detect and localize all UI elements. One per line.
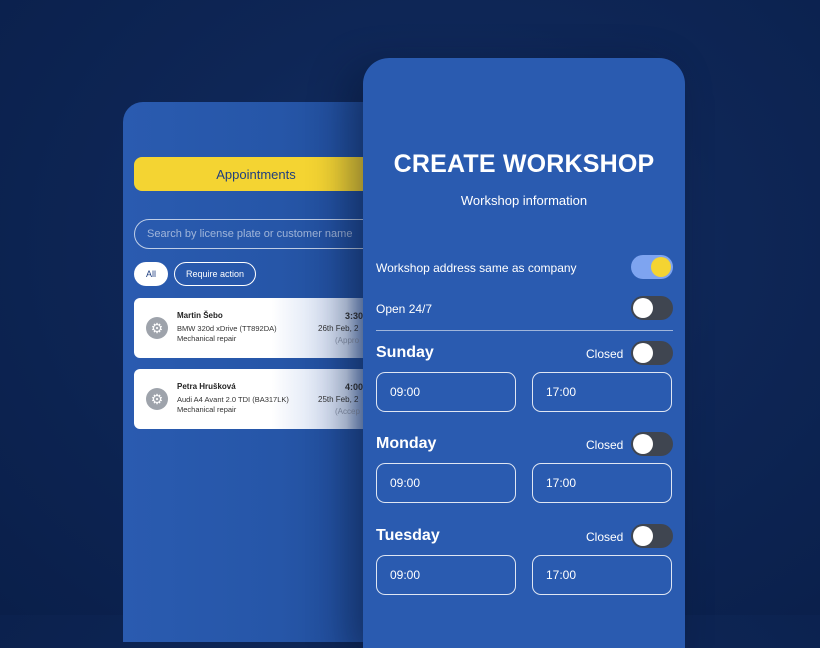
appointments-button[interactable]: Appointments [134, 157, 383, 191]
service-type: Mechanical repair [177, 405, 237, 414]
same-address-toggle[interactable] [631, 255, 673, 279]
search-placeholder: Search by license plate or customer name [147, 228, 353, 240]
vehicle: BMW 320d xDrive (TT892DA) [177, 324, 277, 333]
sunday-close-time-field[interactable]: 17:00 [532, 372, 672, 412]
appointment-date: 25th Feb, 2 [318, 395, 359, 404]
tuesday-closed-toggle[interactable] [631, 524, 673, 548]
open-247-toggle[interactable] [631, 296, 673, 320]
day-label-tuesday: Tuesday [376, 527, 440, 544]
toggle-knob [633, 298, 653, 318]
sunday-closed-toggle[interactable] [631, 341, 673, 365]
closed-label: Closed [586, 347, 624, 361]
filter-require-action-label: Require action [185, 269, 245, 279]
filter-all-chip[interactable]: All [134, 262, 168, 286]
toggle-knob [633, 434, 653, 454]
customer-name: Martin Šebo [177, 311, 223, 320]
gear-icon: ⚙ [146, 388, 168, 410]
filter-all-label: All [145, 269, 156, 279]
time-value: 09:00 [390, 385, 421, 399]
appointment-date: 26th Feb, 2 [318, 324, 359, 333]
time-value: 17:00 [546, 568, 577, 582]
appointments-screen: Appointments Search by license plate or … [123, 102, 383, 642]
search-input[interactable]: Search by license plate or customer name [134, 219, 383, 249]
tuesday-close-time-field[interactable]: 17:00 [532, 555, 672, 595]
divider [376, 330, 673, 331]
appointment-status: (Appro [335, 336, 360, 345]
monday-close-time-field[interactable]: 17:00 [532, 463, 672, 503]
closed-label: Closed [586, 438, 624, 452]
day-label-monday: Monday [376, 435, 437, 452]
monday-open-time-field[interactable]: 09:00 [376, 463, 516, 503]
toggle-knob [633, 526, 653, 546]
page-subtitle: Workshop information [460, 193, 588, 208]
time-value: 17:00 [546, 476, 577, 490]
appointments-button-label: Appointments [216, 166, 296, 182]
time-value: 09:00 [390, 476, 421, 490]
service-type: Mechanical repair [177, 334, 237, 343]
day-label-sunday: Sunday [376, 344, 434, 361]
appointment-time: 3:30 [345, 311, 364, 321]
sunday-open-time-field[interactable]: 09:00 [376, 372, 516, 412]
page-title: CREATE WORKSHOP [393, 150, 655, 178]
gear-icon: ⚙ [146, 317, 168, 339]
toggle-knob [633, 343, 653, 363]
appointment-time: 4:00 [345, 382, 364, 392]
appointment-card[interactable]: ⚙ Martin Šebo BMW 320d xDrive (TT892DA) … [134, 298, 383, 358]
toggle-knob [651, 257, 671, 277]
time-value: 09:00 [390, 568, 421, 582]
filter-require-action-chip[interactable]: Require action [174, 262, 256, 286]
same-address-label: Workshop address same as company [376, 261, 577, 275]
closed-label: Closed [586, 530, 624, 544]
open-247-label: Open 24/7 [376, 302, 433, 316]
monday-closed-toggle[interactable] [631, 432, 673, 456]
appointment-card[interactable]: ⚙ Petra Hrušková Audi A4 Avant 2.0 TDI (… [134, 369, 383, 429]
time-value: 17:00 [546, 385, 577, 399]
appointment-status: (Accep [335, 407, 360, 416]
vehicle: Audi A4 Avant 2.0 TDI (BA317LK) [177, 395, 289, 404]
customer-name: Petra Hrušková [177, 382, 236, 391]
tuesday-open-time-field[interactable]: 09:00 [376, 555, 516, 595]
create-workshop-screen: CREATE WORKSHOP Workshop information Wor… [363, 58, 685, 648]
